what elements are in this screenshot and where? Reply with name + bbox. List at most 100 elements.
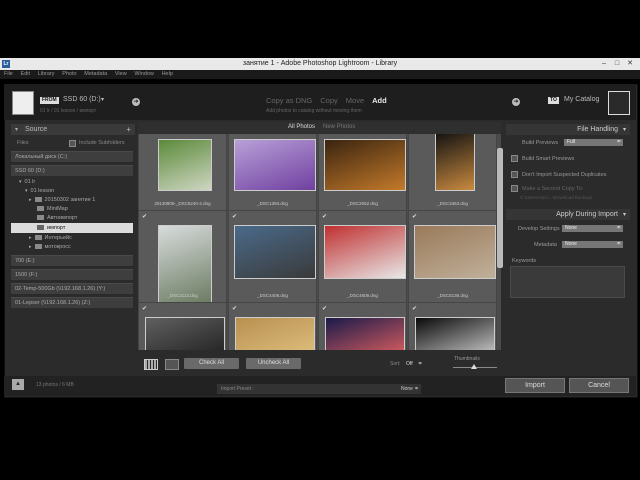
expand-triangle-icon[interactable]: ▸	[29, 242, 32, 252]
photo-cell[interactable]: ✔	[318, 302, 407, 350]
collapse-triangle-icon[interactable]: ▾	[623, 211, 626, 218]
menu-edit[interactable]: Edit	[21, 70, 30, 79]
build-previews-dropdown[interactable]: Full ≑	[564, 139, 623, 146]
keywords-input[interactable]	[510, 266, 625, 298]
photo-cell[interactable]: _DSC3463.dng	[408, 122, 497, 212]
photo-thumbnail[interactable]	[144, 317, 225, 350]
volume-z[interactable]: 01-Lepser (\\192.168.1.26) (Z:)	[11, 297, 133, 308]
build-smart-previews-option[interactable]: Build Smart Previews	[511, 155, 574, 162]
photo-cell[interactable]: ✔ _DSC5136.dng	[408, 210, 497, 304]
collapse-triangle-icon[interactable]: ▾	[623, 126, 626, 133]
photo-cell[interactable]: ✔	[138, 302, 227, 350]
include-subfolders-checkbox[interactable]	[69, 140, 76, 147]
photo-thumbnail[interactable]	[234, 317, 315, 350]
collapse-up-icon[interactable]: ▲	[12, 379, 24, 390]
mode-copy[interactable]: Copy	[320, 96, 338, 105]
volume-e[interactable]: 700 (E:)	[11, 255, 133, 266]
include-checkbox-icon[interactable]: ✔	[322, 213, 327, 220]
include-checkbox-icon[interactable]: ✔	[232, 213, 237, 220]
folder-autoimport[interactable]: Автоимпорт	[11, 213, 133, 223]
destination-name[interactable]: My Catalog	[564, 96, 599, 103]
volume-d[interactable]: SSD 60 (D:)	[11, 165, 133, 176]
mode-move[interactable]: Move	[346, 96, 364, 105]
photo-thumbnail[interactable]	[323, 225, 406, 279]
include-checkbox-icon[interactable]: ✔	[322, 305, 327, 312]
include-checkbox-icon[interactable]: ✔	[142, 305, 147, 312]
develop-settings-dropdown[interactable]: None ≑	[562, 225, 623, 232]
photo-cell[interactable]: ✔	[228, 302, 317, 350]
photo-cell[interactable]: 20130805-_DSC5240-2.dng	[138, 122, 227, 212]
photo-cell[interactable]: _DSC2062.dng	[318, 122, 407, 212]
close-icon[interactable]: ✕	[624, 59, 636, 69]
menu-file[interactable]: File	[4, 70, 13, 79]
source-name[interactable]: SSD 60 (D:)	[63, 96, 101, 103]
grid-view-icon[interactable]	[144, 359, 158, 370]
include-checkbox-icon[interactable]: ✔	[412, 213, 417, 220]
tab-new-photos[interactable]: New Photos	[323, 124, 355, 130]
photo-cell[interactable]: ✔ _DSC4609.dng	[318, 210, 407, 304]
second-copy-path: C:\Users\Alex\...\Download Backups	[520, 195, 593, 200]
file-handling-panel: File Handling ▾ Build Previews Full ≑ Bui…	[506, 122, 630, 346]
photo-cell[interactable]: _DSC1394.dng	[228, 122, 317, 212]
volume-c[interactable]: Локальный диск (C:)	[11, 151, 133, 162]
mode-add[interactable]: Add	[372, 96, 387, 105]
photo-cell[interactable]: ✔ _DSC3113.dng	[138, 210, 227, 305]
second-copy-checkbox[interactable]	[511, 185, 518, 192]
build-smart-previews-checkbox[interactable]	[511, 155, 518, 162]
photo-thumbnail[interactable]	[233, 225, 316, 279]
dont-import-duplicates-checkbox[interactable]	[511, 171, 518, 178]
maximize-icon[interactable]: □	[611, 59, 623, 69]
minimize-icon[interactable]: ‒	[598, 59, 610, 69]
menu-help[interactable]: Help	[162, 70, 173, 79]
import-button[interactable]: Import	[505, 378, 565, 393]
grid-toolbar: Check All Uncheck All Sort: Off ≑ Thumbn…	[138, 351, 501, 376]
menu-library[interactable]: Library	[38, 70, 55, 79]
photo-thumbnail[interactable]	[413, 225, 496, 279]
catalog-icon[interactable]	[608, 91, 630, 115]
photo-thumbnail[interactable]	[434, 131, 475, 191]
grid-tabs: All Photos New Photos	[138, 122, 501, 134]
import-preset-dropdown[interactable]: None ≑	[401, 386, 419, 392]
volume-label: Локальный диск (C:)	[15, 154, 68, 160]
loupe-view-icon[interactable]	[165, 359, 179, 370]
mode-copy-as-dng[interactable]: Copy as DNG	[266, 96, 312, 105]
photo-thumbnail[interactable]	[233, 139, 316, 191]
volume-f[interactable]: 1500 (F:)	[11, 269, 133, 280]
photo-thumbnail[interactable]	[157, 139, 212, 191]
sort-dropdown-icon[interactable]: ≑	[418, 361, 422, 367]
include-checkbox-icon[interactable]: ✔	[232, 305, 237, 312]
dont-import-duplicates-option[interactable]: Don't Import Suspected Duplicates	[511, 171, 607, 178]
photo-thumbnail[interactable]	[414, 317, 495, 350]
photo-cell[interactable]: ✔	[408, 302, 497, 350]
check-all-button[interactable]: Check All	[184, 358, 239, 369]
apply-during-import-header[interactable]: Apply During Import ▾	[506, 209, 630, 220]
volume-y[interactable]: 02-Temp-500Gb (\\192.168.1.26) (Y:)	[11, 283, 133, 294]
grid-scrollbar[interactable]	[497, 148, 503, 268]
file-handling-header[interactable]: File Handling ▾	[506, 124, 630, 135]
tab-all-photos[interactable]: All Photos	[288, 124, 315, 130]
menu-window[interactable]: Window	[134, 70, 154, 79]
second-copy-option[interactable]: Make a Second Copy To:	[511, 185, 583, 192]
slider-thumb-icon[interactable]	[471, 364, 477, 369]
uncheck-all-button[interactable]: Uncheck All	[246, 358, 301, 369]
collapse-triangle-icon[interactable]: ▾	[15, 126, 18, 133]
menu-photo[interactable]: Photo	[62, 70, 76, 79]
photo-cell[interactable]: ✔ _DSC4408.dng	[228, 210, 317, 304]
photo-thumbnail[interactable]	[324, 317, 405, 350]
source-drive-icon[interactable]	[12, 91, 34, 115]
photo-thumbnail[interactable]	[323, 139, 406, 191]
arrow-right-icon: ➜	[132, 98, 140, 106]
source-dropdown-icon[interactable]: ▾	[101, 96, 104, 103]
menu-metadata[interactable]: Metadata	[84, 70, 107, 79]
include-checkbox-icon[interactable]: ✔	[412, 305, 417, 312]
folder-motocross[interactable]: ▸ мотокросс	[11, 242, 133, 252]
source-panel-header[interactable]: ▾ Source +	[11, 124, 135, 135]
menu-view[interactable]: View	[115, 70, 127, 79]
folder-import-selected[interactable]: импорт	[11, 223, 133, 233]
include-checkbox-icon[interactable]: ✔	[142, 213, 147, 220]
cancel-button[interactable]: Cancel	[569, 378, 629, 393]
sort-dropdown[interactable]: Off	[406, 361, 413, 367]
metadata-dropdown[interactable]: None ≑	[562, 241, 623, 248]
add-source-icon[interactable]: +	[126, 125, 131, 134]
import-header: FROM SSD 60 (D:) ▾ 01 lr / 01 lesson / и…	[4, 84, 636, 120]
